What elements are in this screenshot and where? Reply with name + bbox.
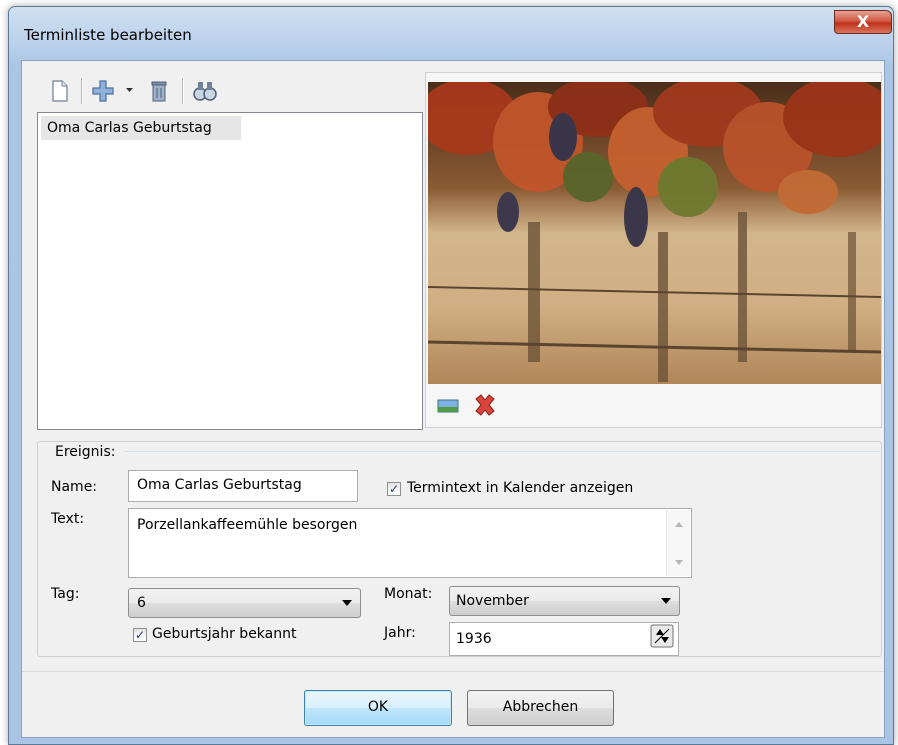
- show-text-checkbox[interactable]: ✓: [387, 482, 401, 496]
- year-label: Jahr:: [384, 625, 416, 641]
- toolbar-separator: [81, 78, 83, 104]
- month-value: November: [456, 593, 529, 609]
- remove-image-icon[interactable]: [473, 394, 497, 416]
- name-input[interactable]: Oma Carlas Geburtstag: [128, 470, 358, 502]
- new-document-icon[interactable]: [51, 80, 69, 102]
- dropdown-arrow-icon[interactable]: [126, 88, 134, 94]
- year-input[interactable]: 1936: [449, 622, 679, 656]
- month-select[interactable]: November: [449, 586, 680, 616]
- list-item[interactable]: Oma Carlas Geburtstag: [41, 116, 241, 140]
- day-value: 6: [137, 595, 146, 611]
- chevron-down-icon: [661, 598, 671, 604]
- month-label: Monat:: [384, 586, 433, 602]
- year-spin-icon[interactable]: [650, 624, 674, 648]
- insert-image-icon[interactable]: [437, 397, 459, 415]
- close-icon: X: [856, 12, 870, 31]
- ok-button[interactable]: OK: [304, 690, 452, 726]
- delete-icon[interactable]: [150, 79, 168, 103]
- search-binoculars-icon[interactable]: [192, 79, 218, 103]
- event-list[interactable]: [37, 112, 423, 430]
- group-divider: [124, 451, 880, 452]
- scroll-arrows-icon[interactable]: [667, 510, 691, 576]
- text-textarea[interactable]: Porzellankaffeemühle besorgen: [128, 508, 692, 578]
- chevron-down-icon: [342, 600, 352, 606]
- text-label: Text:: [51, 511, 85, 527]
- window-title: Terminliste bearbeiten: [24, 26, 192, 44]
- cancel-button[interactable]: Abbrechen: [467, 690, 614, 726]
- day-label: Tag:: [51, 586, 80, 602]
- day-select[interactable]: 6: [128, 588, 361, 618]
- add-icon[interactable]: [92, 80, 116, 102]
- year-value: 1936: [456, 631, 492, 647]
- close-button[interactable]: X: [834, 10, 892, 34]
- button-divider: [22, 671, 884, 672]
- text-scrollbar[interactable]: [666, 510, 690, 576]
- show-text-checkbox-label[interactable]: Termintext in Kalender anzeigen: [407, 480, 633, 496]
- toolbar-separator: [182, 78, 184, 104]
- birth-year-known-checkbox[interactable]: ✓: [133, 628, 147, 642]
- birth-year-known-label[interactable]: Geburtsjahr bekannt: [152, 626, 296, 642]
- name-label: Name:: [51, 479, 98, 495]
- event-photo: [428, 82, 881, 384]
- group-label: Ereignis:: [55, 444, 116, 460]
- text-value: Porzellankaffeemühle besorgen: [137, 517, 358, 533]
